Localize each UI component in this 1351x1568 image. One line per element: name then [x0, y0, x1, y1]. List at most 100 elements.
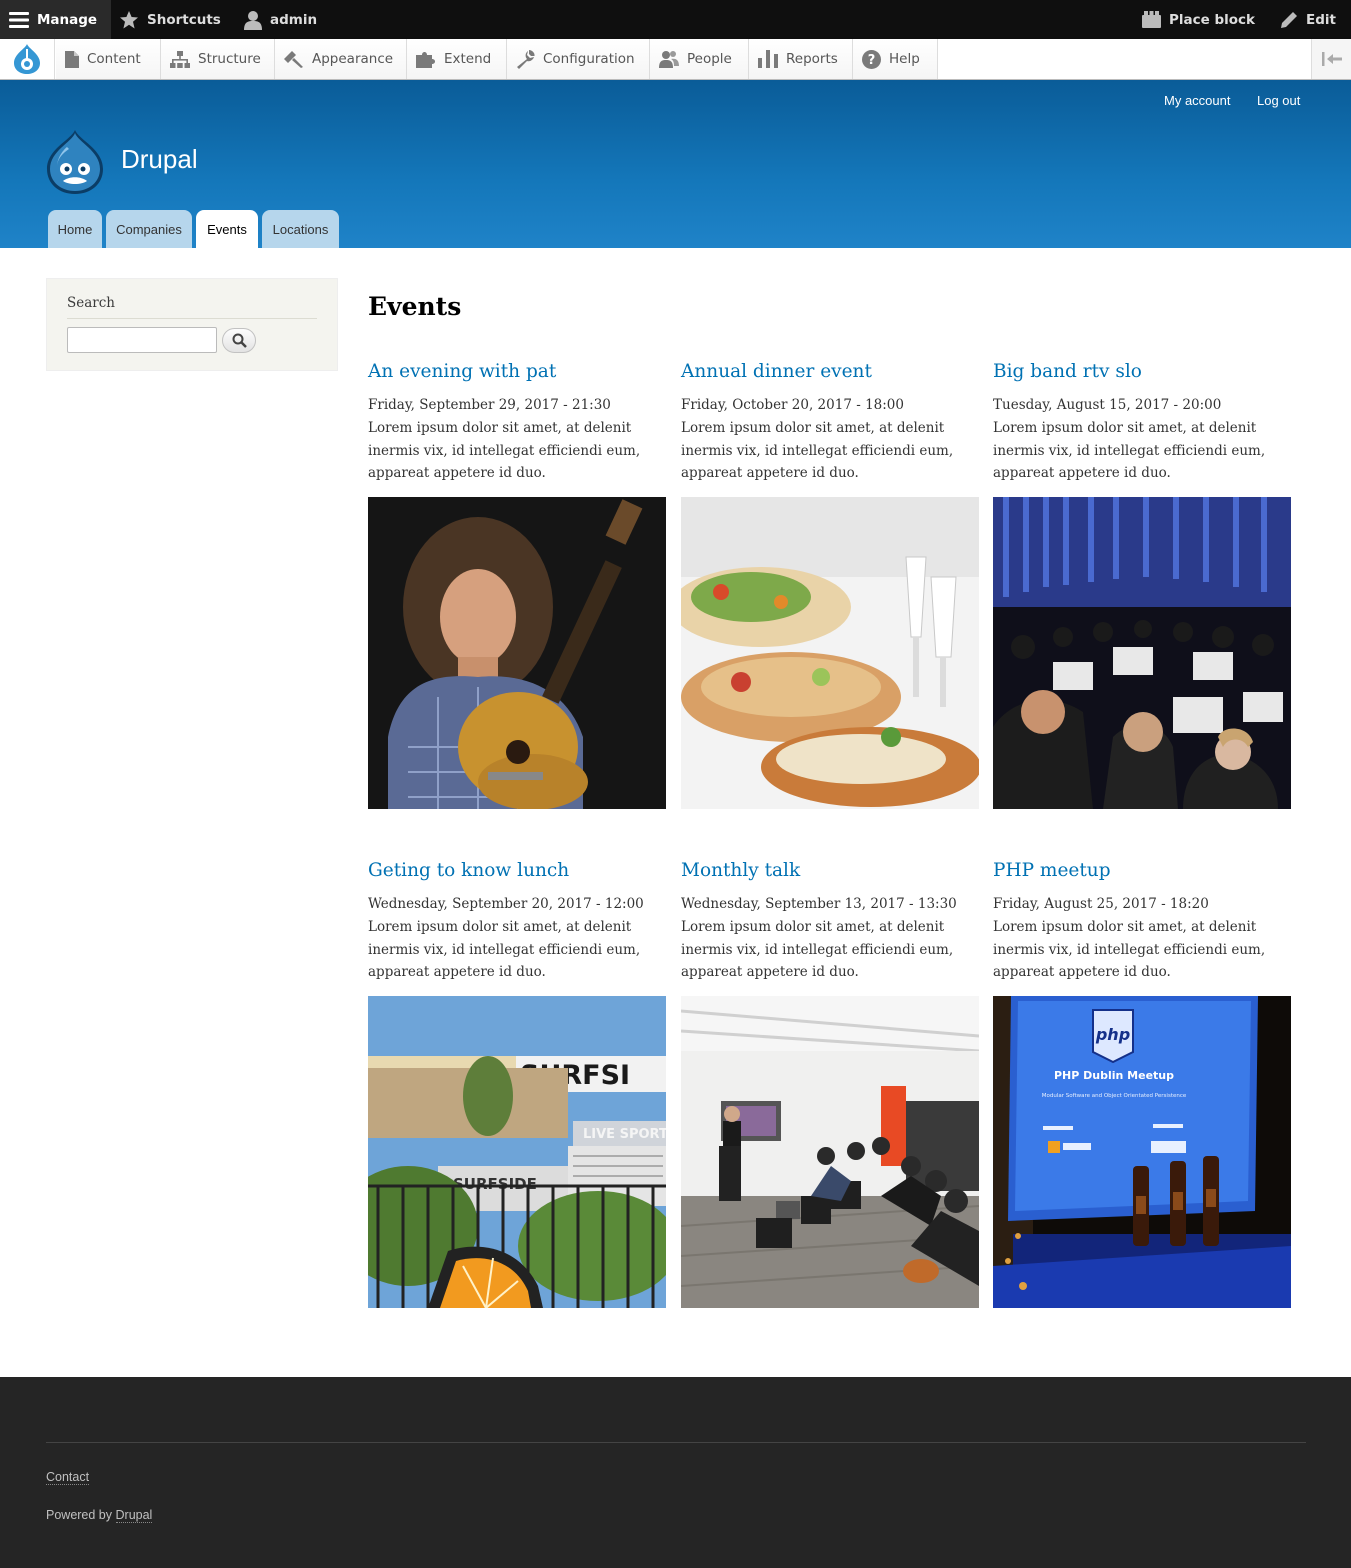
tray-item-appearance[interactable]: Appearance [275, 39, 407, 79]
event-title-link[interactable]: An evening with pat [368, 360, 666, 384]
site-footer: Contact Powered by Drupal [0, 1377, 1351, 1568]
tray-item-label: Configuration [543, 51, 635, 67]
event-date: Wednesday, September 20, 2017 - 12:00 [368, 896, 644, 912]
edit-label: Edit [1306, 11, 1336, 28]
event-body: Lorem ipsum dolor sit amet, at delenit i… [368, 420, 641, 481]
user-icon [244, 10, 262, 30]
event-title-link[interactable]: PHP meetup [993, 859, 1291, 883]
tab-home[interactable]: Home [48, 210, 102, 248]
manage-tab[interactable]: Manage [0, 0, 111, 39]
event-card: Geting to know lunch Wednesday, Septembe… [368, 859, 666, 1308]
tray-item-label: Appearance [312, 51, 394, 67]
event-date: Friday, September 29, 2017 - 21:30 [368, 397, 611, 413]
event-card: Annual dinner event Friday, October 20, … [681, 360, 979, 809]
user-label: admin [270, 11, 318, 28]
powered-by-drupal-link[interactable]: Drupal [115, 1508, 153, 1523]
site-name[interactable]: Drupal [121, 144, 198, 175]
tray-item-label: Content [87, 51, 141, 67]
banquet-photo[interactable] [681, 497, 979, 809]
brush-icon [284, 51, 303, 68]
php-heading-text: PHP Dublin Meetup [1054, 1069, 1174, 1082]
search-button[interactable] [222, 328, 256, 353]
bar-chart-icon [758, 50, 778, 68]
drupal-drop-icon [14, 44, 40, 74]
search-block-title: Search [67, 295, 317, 319]
sitemap-icon [170, 50, 190, 68]
event-title-link[interactable]: Monthly talk [681, 859, 979, 883]
powered-by-text: Powered by [46, 1508, 113, 1522]
file-icon [65, 50, 79, 68]
tray-item-label: Help [889, 51, 920, 67]
tray-item-structure[interactable]: Structure [161, 39, 275, 79]
tray-item-content[interactable]: Content [56, 39, 161, 79]
surfside-lower-text: SURFSIDE [453, 1175, 537, 1193]
log-out-link[interactable]: Log out [1257, 93, 1300, 108]
footer-divider [46, 1442, 1306, 1443]
event-date: Friday, August 25, 2017 - 18:20 [993, 896, 1209, 912]
event-date: Tuesday, August 15, 2017 - 20:00 [993, 397, 1222, 413]
tray-item-extend[interactable]: Extend [407, 39, 507, 79]
php-meetup-photo[interactable]: php PHP Dublin Meetup Modular Software a… [993, 996, 1291, 1308]
footer-contact-link[interactable]: Contact [46, 1470, 90, 1485]
event-date: Friday, October 20, 2017 - 18:00 [681, 397, 904, 413]
site-header: My account Log out Drupal Home Companies… [0, 80, 1351, 248]
search-icon [232, 333, 247, 348]
user-tab[interactable]: admin [244, 0, 317, 39]
tray-item-label: Reports [786, 51, 838, 67]
tray-item-help[interactable]: ? Help [853, 39, 938, 79]
event-body: Lorem ipsum dolor sit amet, at delenit i… [681, 919, 954, 980]
talk-photo[interactable] [681, 996, 979, 1308]
tray-item-label: Structure [198, 51, 261, 67]
shortcuts-tab[interactable]: Shortcuts [119, 0, 221, 39]
search-block: Search [46, 278, 338, 371]
tray-orientation-toggle[interactable] [1311, 39, 1351, 79]
place-block-button[interactable]: Place block [1142, 0, 1255, 39]
event-date: Wednesday, September 13, 2017 - 13:30 [681, 896, 957, 912]
people-icon [659, 51, 679, 68]
tray-item-configuration[interactable]: Configuration [507, 39, 650, 79]
php-logo-text: php [1095, 1025, 1130, 1044]
puzzle-icon [416, 52, 435, 68]
tab-events[interactable]: Events [196, 210, 258, 248]
admin-toolbar: Manage Shortcuts admin Place block Edit [0, 0, 1351, 39]
event-title-link[interactable]: Big band rtv slo [993, 360, 1291, 384]
tray-item-people[interactable]: People [650, 39, 749, 79]
event-card: An evening with pat Friday, September 29… [368, 360, 666, 809]
star-icon [120, 10, 138, 28]
drupal-logo[interactable] [45, 129, 105, 195]
edit-button[interactable]: Edit [1280, 0, 1336, 39]
tray-item-reports[interactable]: Reports [749, 39, 853, 79]
hamburger-icon [9, 11, 29, 28]
tab-locations[interactable]: Locations [262, 210, 339, 248]
event-title-link[interactable]: Geting to know lunch [368, 859, 666, 883]
event-title-link[interactable]: Annual dinner event [681, 360, 979, 384]
page-title: Events [368, 292, 462, 321]
powered-by: Powered by Drupal [46, 1508, 153, 1523]
my-account-link[interactable]: My account [1164, 93, 1230, 108]
event-body: Lorem ipsum dolor sit amet, at delenit i… [368, 919, 641, 980]
drupal-home-link[interactable] [0, 39, 55, 79]
php-sub-text: Modular Software and Object Orientated P… [1042, 1093, 1187, 1099]
tray-item-label: People [687, 51, 732, 67]
surfside-photo[interactable]: SURFSI LIVE SPORT SURFSIDE [368, 996, 666, 1308]
event-card: Monthly talk Wednesday, September 13, 20… [681, 859, 979, 1308]
guitarist-photo[interactable] [368, 497, 666, 809]
place-block-label: Place block [1169, 11, 1256, 28]
manage-label: Manage [37, 11, 98, 28]
orchestra-photo[interactable] [993, 497, 1291, 809]
event-card: PHP meetup Friday, August 25, 2017 - 18:… [993, 859, 1291, 1308]
shortcuts-label: Shortcuts [147, 11, 221, 28]
wrench-icon [517, 49, 535, 69]
event-card: Big band rtv slo Tuesday, August 15, 201… [993, 360, 1291, 809]
event-body: Lorem ipsum dolor sit amet, at delenit i… [993, 919, 1266, 980]
pencil-icon [1281, 11, 1297, 28]
search-input[interactable] [67, 327, 217, 353]
surfside-live-text: LIVE SPORT [583, 1127, 666, 1142]
collapse-arrow-icon [1321, 52, 1342, 66]
event-body: Lorem ipsum dolor sit amet, at delenit i… [993, 420, 1266, 481]
admin-tray: Content Structure Appearance Extend Conf… [0, 39, 1351, 80]
tab-companies[interactable]: Companies [106, 210, 192, 248]
svg-text:?: ? [868, 53, 876, 68]
blocks-icon [1142, 11, 1161, 28]
tray-item-label: Extend [444, 51, 492, 67]
